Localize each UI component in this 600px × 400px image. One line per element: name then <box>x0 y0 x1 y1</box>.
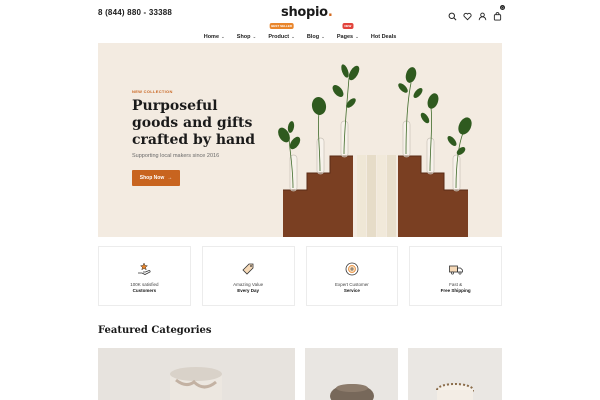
price-tag-icon <box>242 263 254 275</box>
feature-list: 100K satisfied Customers Amazing Value E… <box>98 246 502 306</box>
logo[interactable]: shopio. <box>281 5 333 20</box>
main-nav: Home ⌄ Shop ⌄ BEST SELLER Product ⌄ Blog… <box>0 23 600 42</box>
feature-customers: 100K satisfied Customers <box>98 246 191 306</box>
feature-line2: Every Day <box>237 288 260 293</box>
feature-line1: 100K satisfied <box>130 282 159 287</box>
feature-line1: Amazing Value <box>233 282 264 287</box>
feature-service: Expert Customer Service <box>305 246 399 306</box>
nav-item-pages[interactable]: NEW Pages ⌄ <box>336 23 359 42</box>
heart-icon[interactable] <box>463 8 472 21</box>
category-card-candles[interactable] <box>98 348 295 400</box>
nav-label: Product <box>268 33 290 40</box>
arrow-right-icon: → <box>167 175 173 181</box>
shop-now-button[interactable]: Shop Now → <box>132 170 180 186</box>
feature-value: Amazing Value Every Day <box>201 246 295 306</box>
cart-count-badge: 0 <box>500 5 505 10</box>
category-image <box>408 348 502 400</box>
truck-icon <box>448 265 463 275</box>
nav-label: Home <box>203 33 219 40</box>
nav-item-blog[interactable]: Blog ⌄ <box>307 26 325 42</box>
feature-line1: Expert Customer <box>334 282 369 287</box>
hero-subtitle: Supporting local makers since 2016 <box>132 153 220 159</box>
best-seller-badge: BEST SELLER <box>269 23 294 29</box>
logo-dot: . <box>327 5 333 20</box>
nav-label: Blog <box>306 33 320 40</box>
category-card-baskets[interactable] <box>408 348 502 400</box>
feature-line2: Service <box>343 288 360 293</box>
feature-line1: Fast & <box>449 282 463 287</box>
hand-star-icon <box>138 262 151 275</box>
user-icon[interactable] <box>478 8 487 21</box>
feature-shipping: Fast & Free Shipping <box>409 246 502 306</box>
logo-text: shopio <box>281 5 328 20</box>
nav-label: Hot Deals <box>370 33 397 40</box>
search-icon[interactable] <box>448 8 457 21</box>
hero-image <box>278 64 472 237</box>
nav-label: Shop <box>236 33 251 40</box>
chevron-down-icon: ⌄ <box>355 33 359 39</box>
shop-now-label: Shop Now <box>139 175 165 181</box>
feature-line2: Customers <box>132 288 157 293</box>
nav-label: Pages <box>336 33 354 40</box>
chevron-down-icon: ⌄ <box>321 33 325 39</box>
category-image <box>98 348 295 400</box>
feature-line2: Free Shipping <box>440 288 471 293</box>
new-badge: NEW <box>342 23 354 29</box>
chevron-down-icon: ⌄ <box>252 33 257 39</box>
nav-item-product[interactable]: BEST SELLER Product ⌄ <box>268 23 295 42</box>
chevron-down-icon: ⌄ <box>291 33 295 39</box>
nav-item-home[interactable]: Home ⌄ <box>204 26 225 42</box>
category-card-ceramics[interactable] <box>305 348 398 400</box>
phone-number[interactable]: 8 (844) 880 - 33388 <box>98 8 172 17</box>
cart-icon[interactable]: 0 <box>493 5 505 21</box>
hero-banner: NEW COLLECTION Purposeful goods and gift… <box>98 43 502 237</box>
featured-categories-title: Featured Categories <box>98 325 212 336</box>
chevron-down-icon: ⌄ <box>221 33 225 39</box>
hero-title: Purposeful goods and gifts crafted by ha… <box>132 98 256 148</box>
hero-eyebrow: NEW COLLECTION <box>132 89 173 94</box>
header-actions: 0 <box>448 5 505 21</box>
category-image <box>305 348 398 400</box>
nav-item-shop[interactable]: Shop ⌄ <box>237 26 257 42</box>
support-badge-icon <box>345 262 359 276</box>
nav-item-hot-deals[interactable]: Hot Deals <box>371 26 396 42</box>
header: 8 (844) 880 - 33388 shopio. 0 <box>0 0 600 26</box>
